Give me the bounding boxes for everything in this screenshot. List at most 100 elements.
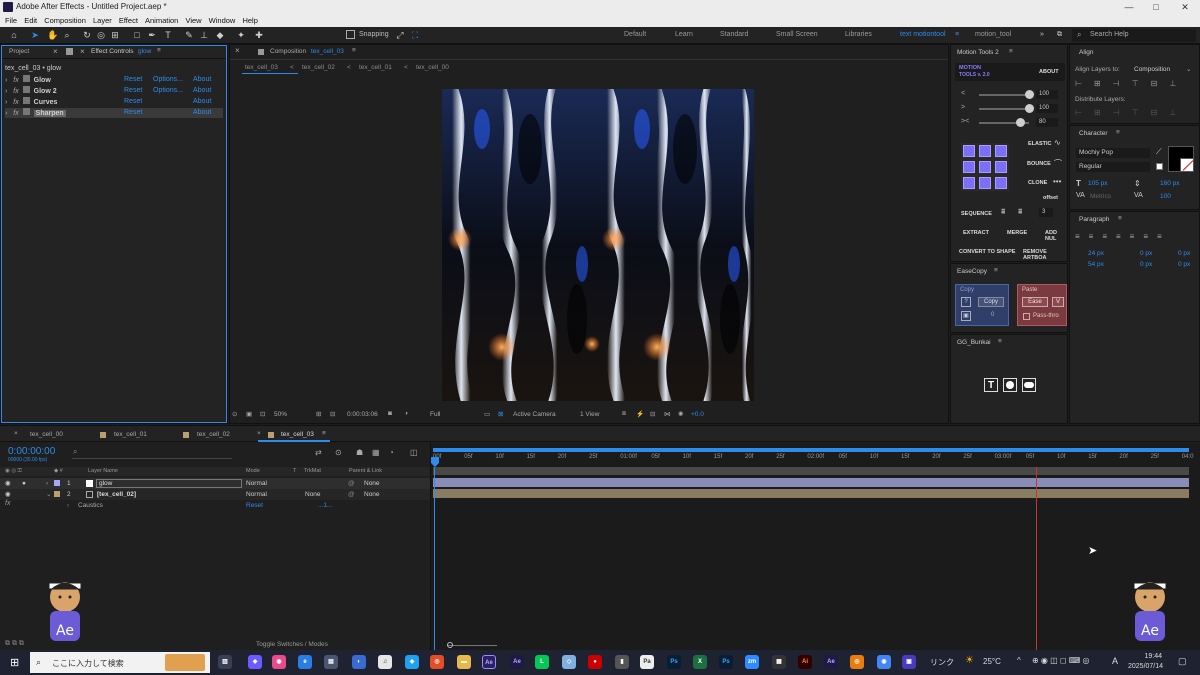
tab-project[interactable]: Project	[9, 48, 29, 55]
brush-tool-icon[interactable]: ✎	[184, 30, 194, 40]
reset-exposure-icon[interactable]: ✺	[678, 410, 683, 418]
workspace-default[interactable]: Default	[624, 31, 646, 38]
collapse-layer-icon[interactable]: ⌄	[46, 489, 51, 500]
zoom-dropdown[interactable]: 50%	[274, 411, 287, 418]
flow-tex-cell-01[interactable]: tex_cell_01	[359, 64, 392, 71]
layer-row[interactable]: ◉ ● › 1 glow Normal @ None	[0, 478, 430, 489]
swap-colors-icon[interactable]	[1156, 163, 1163, 170]
effect-row-curves[interactable]: › fx Curves Reset About	[5, 97, 223, 107]
anchor-center[interactable]	[979, 161, 991, 173]
resolution-dropdown[interactable]: Full	[430, 411, 440, 418]
app-icon[interactable]: ◆	[405, 655, 419, 669]
menu-effect[interactable]: Effect	[119, 14, 138, 27]
fx-badge[interactable]: fx	[13, 88, 18, 95]
easing-slider-knob[interactable]	[1025, 104, 1034, 113]
layer-mode-dropdown[interactable]: Normal	[246, 489, 267, 500]
parent-dropdown[interactable]: None	[364, 489, 380, 500]
clock-time[interactable]: 19:44	[1128, 653, 1162, 660]
sync-icon[interactable]: ⧉	[1057, 31, 1062, 39]
transparency-grid-icon[interactable]: ⊠	[498, 410, 503, 418]
anchor-right[interactable]	[995, 161, 1007, 173]
timeline-graph[interactable]: 00f05f10f15f20f25f01:00f05f10f15f20f25f0…	[430, 443, 1200, 655]
fx-badge[interactable]: fx	[13, 99, 18, 106]
app-icon[interactable]: Pa	[640, 655, 654, 669]
illustrator-icon[interactable]: Ai	[798, 655, 812, 669]
photos-icon[interactable]: ◉	[272, 655, 286, 669]
space-after-2-field[interactable]: 0 px	[1178, 261, 1190, 268]
fast-previews-icon[interactable]: ⚡	[636, 410, 644, 418]
reset-link[interactable]: Reset	[124, 75, 142, 85]
split-layer-icon[interactable]	[1022, 378, 1036, 392]
puppet-pin-icon[interactable]: ✚	[254, 30, 264, 40]
leading-field[interactable]: 160 px	[1160, 180, 1180, 187]
anchor-bottom-left[interactable]	[963, 177, 975, 189]
task-view-icon[interactable]: ▥	[218, 655, 232, 669]
timeline-tab-tex-cell-03[interactable]: tex_cell_03	[281, 431, 314, 438]
more-workspaces-icon[interactable]: »	[1040, 31, 1044, 38]
comp-mini-flowchart-icon[interactable]: ⇄	[315, 448, 322, 457]
type-tool-icon[interactable]: T	[163, 30, 173, 40]
selection-tool-icon[interactable]: ➤	[30, 30, 40, 40]
panel-menu-icon[interactable]: ≡	[157, 47, 161, 54]
zoom-slider-knob[interactable]	[447, 642, 453, 648]
align-to-dropdown[interactable]: Composition	[1134, 66, 1170, 73]
close-button[interactable]: ✕	[1172, 0, 1198, 14]
anchor-top-left[interactable]	[963, 145, 975, 157]
column-mode[interactable]: Mode	[246, 467, 260, 476]
bounce-button[interactable]: BOUNCE	[1027, 161, 1051, 167]
bounce-curve-icon[interactable]: ⌒	[1054, 158, 1062, 169]
anchor-top-right[interactable]	[995, 145, 1007, 157]
lock-icon[interactable]	[66, 48, 73, 55]
copy-help-icon[interactable]: ?	[961, 297, 971, 307]
effect-row-glow[interactable]: › fx Glow Reset Options... About	[5, 75, 223, 85]
about-link[interactable]: About	[193, 97, 211, 107]
menu-layer[interactable]: Layer	[93, 14, 112, 27]
space-before-field[interactable]: 0 px	[1140, 261, 1152, 268]
distribute-buttons[interactable]: ⊢⊞⊣⊤⊟⊥	[1075, 108, 1197, 118]
views-dropdown[interactable]: 1 View	[580, 411, 599, 418]
paste-ease-button[interactable]: Ease	[1022, 297, 1048, 307]
composition-viewer[interactable]	[442, 89, 754, 401]
pickwhip-icon[interactable]: @	[348, 478, 355, 489]
camera-dropdown[interactable]: Active Camera	[513, 411, 556, 418]
reset-link[interactable]: Reset	[124, 108, 142, 118]
font-family-dropdown[interactable]: Mochiy Pop	[1076, 148, 1150, 158]
effect-row-glow-2[interactable]: › fx Glow 2 Reset Options... About	[5, 86, 223, 96]
timeline-tab-tex-cell-01[interactable]: tex_cell_01	[114, 431, 147, 438]
anchor-bottom-right[interactable]	[995, 177, 1007, 189]
app-icon[interactable]: ▣	[902, 655, 916, 669]
snapshot-icon[interactable]: ◙	[388, 410, 392, 417]
solo-icon[interactable]: ●	[22, 478, 26, 489]
gg-bunkai-menu-icon[interactable]: ≡	[998, 338, 1002, 345]
column-parent-link[interactable]: Parent & Link	[349, 467, 382, 476]
copy-store-icon[interactable]: ▣	[961, 311, 971, 321]
store-icon[interactable]: ▤	[324, 655, 338, 669]
pan-behind-icon[interactable]: ⊞	[110, 30, 120, 40]
flow-tex-cell-03[interactable]: tex_cell_03	[245, 64, 278, 71]
flowchart-icon[interactable]: ⋈	[664, 410, 671, 418]
parent-dropdown[interactable]: None	[364, 478, 380, 489]
link-toolbar[interactable]: リンク	[930, 657, 954, 668]
split-shape-icon[interactable]	[1003, 378, 1017, 392]
clone-dots-icon[interactable]: •••	[1053, 177, 1061, 186]
shy-layers-icon[interactable]: ☗	[356, 448, 363, 457]
app-icon[interactable]: ◎	[430, 655, 444, 669]
flow-tex-cell-00[interactable]: tex_cell_00	[416, 64, 449, 71]
eyedropper-icon[interactable]: ⟋	[1156, 147, 1162, 157]
elastic-button[interactable]: ELASTIC	[1028, 141, 1052, 147]
sequence-stairs-icon[interactable]: ⩩	[1001, 207, 1005, 217]
column-t[interactable]: T	[293, 467, 296, 476]
notification-icon[interactable]: ▢	[1178, 656, 1187, 667]
layer-name[interactable]: glow	[96, 479, 242, 488]
eraser-tool-icon[interactable]: ◆	[215, 30, 225, 40]
hand-tool-icon[interactable]: ✋	[47, 30, 58, 40]
edge-icon[interactable]: e	[298, 655, 312, 669]
label-color-swatch[interactable]	[54, 491, 60, 497]
blender-icon[interactable]: ◎	[850, 655, 864, 669]
remove-artboard-button[interactable]: REMOVE ARTBOA	[1023, 249, 1067, 261]
easing-slider-knob[interactable]	[1025, 90, 1034, 99]
anchor-top[interactable]	[979, 145, 991, 157]
workspace-small-screen[interactable]: Small Screen	[776, 31, 818, 38]
menu-composition[interactable]: Composition	[44, 14, 86, 27]
tab-effect-controls[interactable]: Effect Controls	[91, 48, 134, 55]
